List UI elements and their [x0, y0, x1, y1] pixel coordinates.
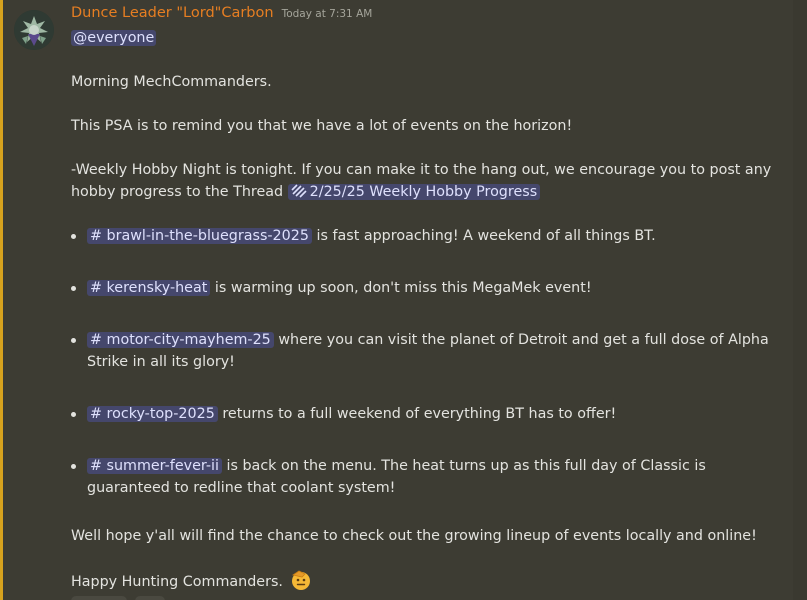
thread-icon: [291, 183, 307, 205]
hobby-night-text-cont: hobby progress to the Thread: [71, 184, 284, 200]
list-item: # summer-fever-ii is back on the menu. T…: [71, 455, 771, 499]
list-item: # rocky-top-2025 returns to a full weeke…: [71, 403, 771, 425]
thread-link[interactable]: 2/25/25 Weekly Hobby Progress: [287, 184, 541, 200]
reaction-button[interactable]: [135, 596, 165, 600]
channel-link-rocky-top[interactable]: # rocky-top-2025: [87, 406, 218, 422]
list-item: # kerensky-heat is warming up soon, don'…: [71, 277, 771, 299]
greeting-text: Morning MechCommanders.: [71, 74, 272, 90]
hobby-night-text: -Weekly Hobby Night is tonight. If you c…: [71, 162, 772, 178]
event-description: where you can visit the planet of Detroi…: [278, 332, 769, 348]
message-content: @everyone Morning MechCommanders. This P…: [71, 27, 771, 591]
author-name[interactable]: Dunce Leader "Lord"Carbon: [71, 5, 274, 21]
reaction-bar: [71, 596, 165, 600]
channel-link-summer-fever[interactable]: # summer-fever-ii: [87, 458, 222, 474]
closing-text: Well hope y'all will find the chance to …: [71, 528, 757, 544]
psa-text: This PSA is to remind you that we have a…: [71, 118, 573, 134]
channel-link-kerensky[interactable]: # kerensky-heat: [87, 280, 211, 296]
signoff-text: Happy Hunting Commanders.: [71, 574, 283, 590]
event-description: returns to a full weekend of everything …: [222, 406, 617, 422]
event-list: # brawl-in-the-bluegrass-2025 is fast ap…: [71, 225, 771, 499]
everyone-mention[interactable]: @everyone: [71, 30, 157, 46]
reaction-button[interactable]: [71, 596, 127, 600]
list-item: # brawl-in-the-bluegrass-2025 is fast ap…: [71, 225, 771, 247]
thread-name: 2/25/25 Weekly Hobby Progress: [309, 184, 538, 200]
message-timestamp[interactable]: Today at 7:31 AM: [282, 8, 373, 20]
event-description-cont: Strike in all its glory!: [87, 354, 235, 370]
chat-message: Dunce Leader "Lord"Carbon Today at 7:31 …: [0, 0, 793, 600]
channel-link-motor-city[interactable]: # motor-city-mayhem-25: [87, 332, 274, 348]
avatar[interactable]: [14, 10, 54, 50]
event-description: is back on the menu. The heat turns up a…: [226, 458, 706, 474]
channel-link-brawl[interactable]: # brawl-in-the-bluegrass-2025: [87, 228, 312, 244]
event-description: is warming up soon, don't miss this Mega…: [214, 280, 592, 296]
event-description: is fast approaching! A weekend of all th…: [311, 228, 656, 244]
message-header: Dunce Leader "Lord"Carbon Today at 7:31 …: [71, 5, 372, 25]
list-item: # motor-city-mayhem-25 where you can vis…: [71, 329, 771, 373]
event-description-cont: guaranteed to redline that coolant syste…: [87, 480, 396, 496]
scrollbar-track[interactable]: [793, 0, 807, 600]
saluting-face-icon[interactable]: [290, 569, 312, 598]
avatar-image: [14, 10, 54, 50]
